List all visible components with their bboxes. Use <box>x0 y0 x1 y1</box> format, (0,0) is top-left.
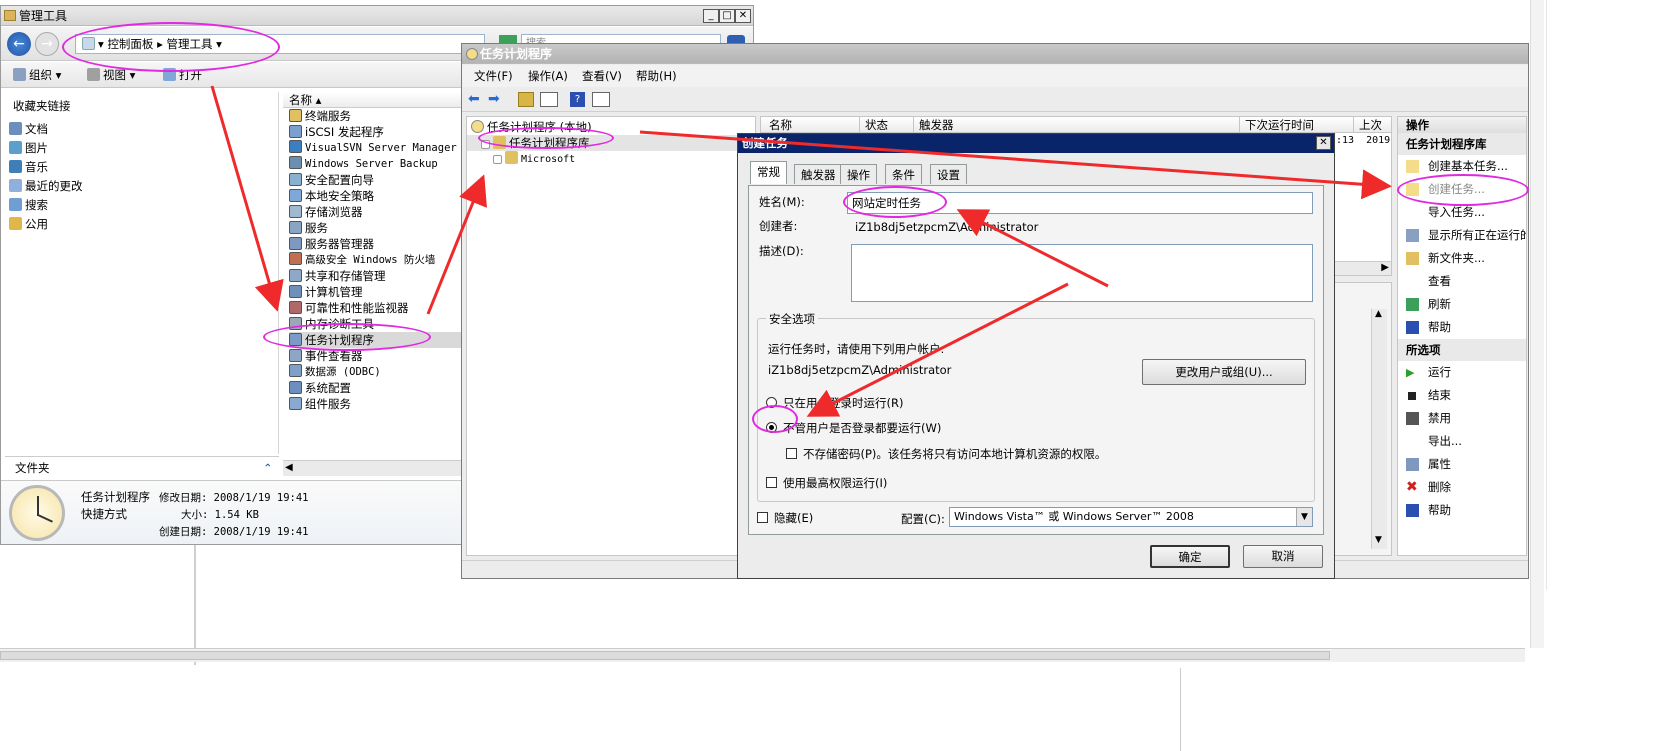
arrow-item-to-library <box>426 174 487 315</box>
arrow-to-task-name <box>956 209 1109 288</box>
arrow-library-to-create-task <box>639 130 1392 200</box>
annotation-arrows <box>210 85 1392 417</box>
arrow-to-radio-always <box>806 282 1069 417</box>
arrow-address-to-item <box>210 85 284 312</box>
